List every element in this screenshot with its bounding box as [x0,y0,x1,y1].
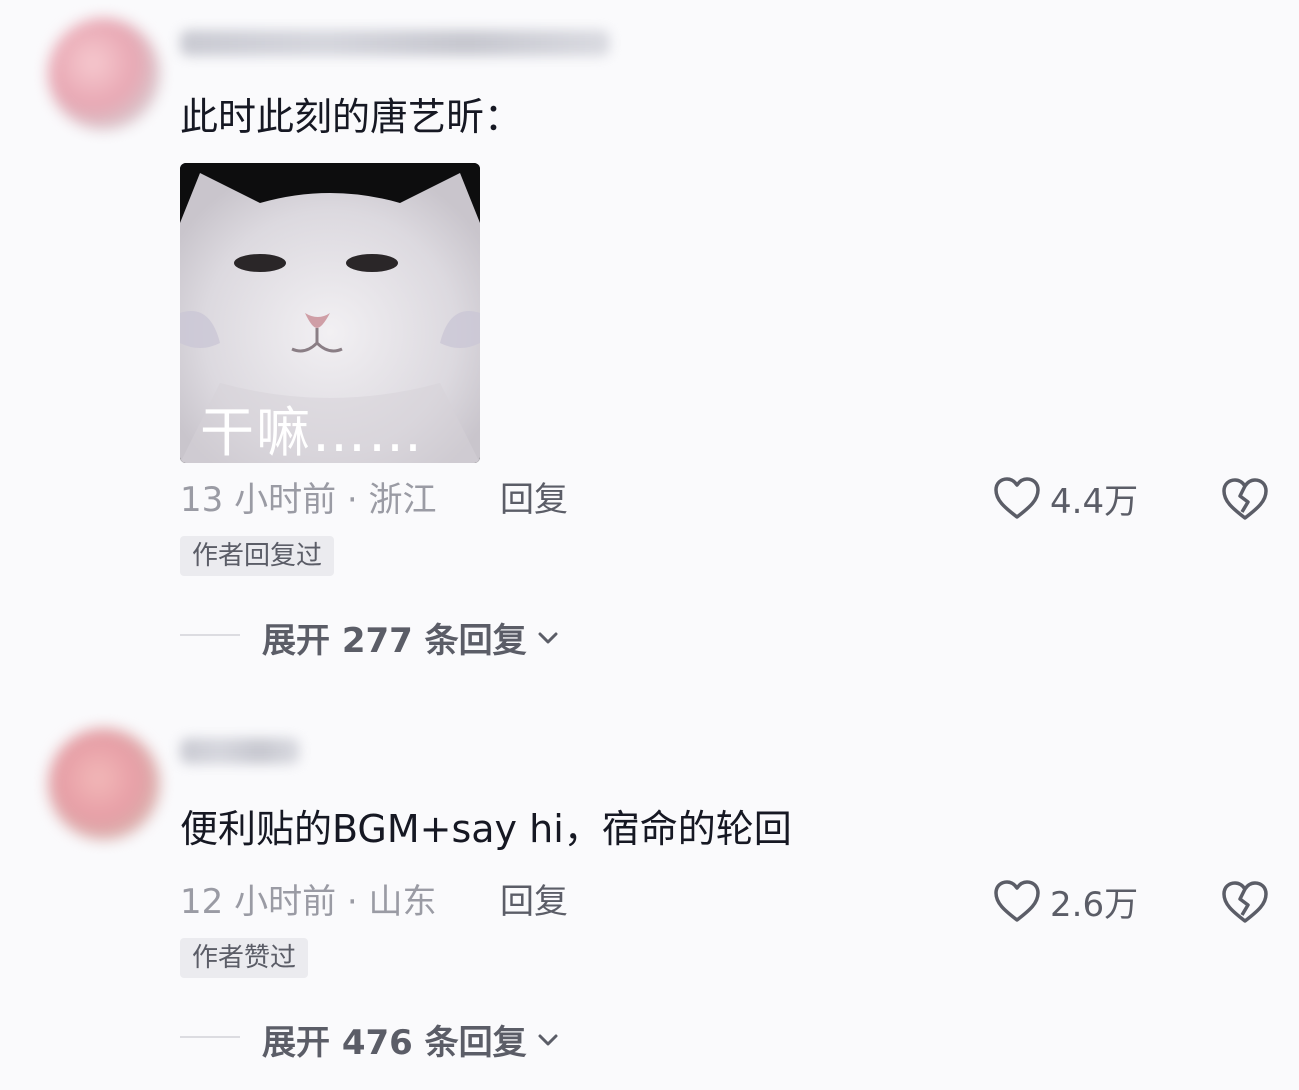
chevron-down-icon [538,1034,558,1045]
comment-time-location: 12 小时前 · 山东 [180,882,437,922]
heart-outline-icon [994,477,1040,519]
reply-button[interactable]: 回复 [500,480,568,520]
expand-replies-button[interactable]: 展开 476 条回复 [262,1015,559,1064]
comment-text: 此时此刻的唐艺昕： [180,95,523,139]
heart-outline-icon [994,880,1040,922]
expand-replies-label: 展开 476 条回复 [262,1023,527,1063]
divider-line [180,1036,240,1038]
cat-sticker-image[interactable]: 干嘛…… [180,163,480,463]
like-count: 4.4万 [1050,481,1139,522]
reply-button[interactable]: 回复 [500,882,568,922]
like-count: 2.6万 [1050,884,1139,925]
expand-replies-button[interactable]: 展开 277 条回复 [262,613,559,662]
nickname-blurred[interactable] [180,30,610,56]
divider-line [180,634,240,636]
nickname-blurred[interactable] [180,738,300,764]
broken-heart-icon[interactable] [1220,879,1270,925]
sticker-caption: 干嘛…… [200,401,424,463]
comment-time-location: 13 小时前 · 浙江 [180,480,437,520]
chevron-down-icon [538,632,558,643]
avatar[interactable] [48,728,160,840]
like-button[interactable]: 4.4万 [992,476,1139,522]
comment-text: 便利贴的BGM+say hi，宿命的轮回 [180,807,792,851]
expand-replies-label: 展开 277 条回复 [262,621,527,661]
avatar[interactable] [48,18,160,130]
author-replied-badge: 作者回复过 [180,536,335,576]
author-liked-badge: 作者赞过 [180,938,309,978]
like-button[interactable]: 2.6万 [992,879,1139,925]
broken-heart-icon[interactable] [1220,476,1270,522]
comment-list: 此时此刻的唐艺昕： 干嘛…… 13 小时前 · 浙江 回复 4.4万 作者回复过… [0,0,1299,1090]
